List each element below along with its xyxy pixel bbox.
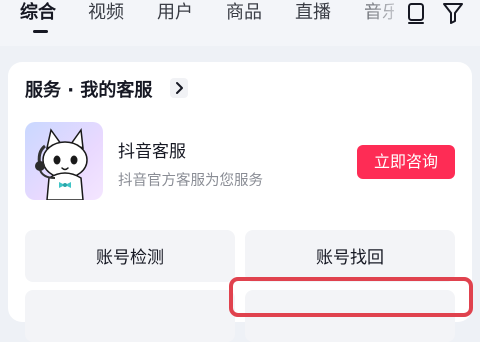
tab-video[interactable]: 视频	[88, 0, 124, 26]
active-tab-indicator	[33, 30, 48, 33]
customer-service-card: 服务 · 我的客服 抖音客服 抖音官方客服为您服务 立即咨询 账号检测 账号找回	[8, 62, 472, 342]
agent-name: 抖音客服	[118, 142, 186, 162]
search-tab-bar: 综合 视频 用户 商品 直播 音乐	[0, 0, 480, 46]
action-tile-3[interactable]	[25, 290, 235, 342]
tab-users[interactable]: 用户	[157, 0, 193, 26]
account-recovery-button[interactable]: 账号找回	[245, 230, 455, 282]
tab-products[interactable]: 商品	[226, 0, 262, 26]
consult-now-button[interactable]: 立即咨询	[357, 145, 455, 179]
tab-live[interactable]: 直播	[295, 0, 331, 26]
action-tile-4[interactable]	[245, 290, 455, 342]
panel-icon[interactable]	[403, 0, 429, 26]
customer-service-avatar	[25, 122, 103, 200]
agent-description: 抖音官方客服为您服务	[118, 173, 263, 189]
tab-comprehensive[interactable]: 综合	[20, 0, 56, 26]
filter-icon[interactable]	[440, 0, 466, 26]
account-check-button[interactable]: 账号检测	[25, 230, 235, 282]
cat-mascot-icon	[35, 127, 88, 200]
chevron-right-icon[interactable]	[170, 78, 188, 98]
tab-music[interactable]: 音乐	[364, 0, 394, 26]
card-title[interactable]: 服务 · 我的客服	[25, 76, 152, 102]
